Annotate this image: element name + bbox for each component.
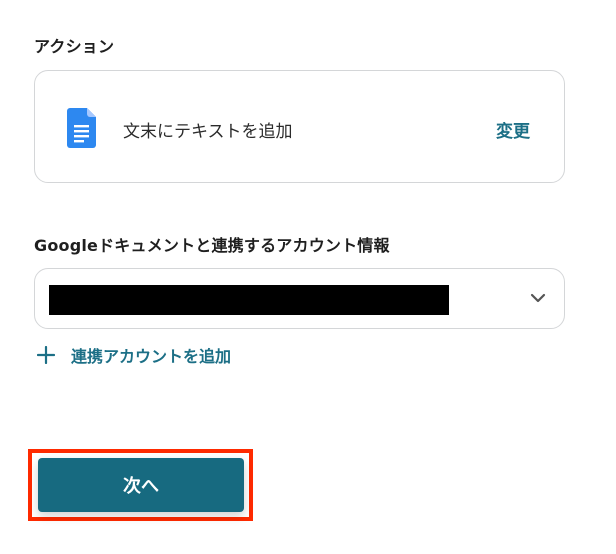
action-section-label: アクション <box>34 37 115 56</box>
add-account-link[interactable]: 連携アカウントを追加 <box>37 343 231 367</box>
action-name: 文末にテキストを追加 <box>123 122 293 142</box>
plus-icon <box>37 346 55 364</box>
page: アクション 文末にテキストを追加 変更 Googleドキュメントと連携するアカウ… <box>0 0 616 554</box>
redacted-account-value <box>49 285 449 315</box>
account-select[interactable] <box>34 268 565 329</box>
chevron-down-icon <box>530 293 546 303</box>
add-account-label: 連携アカウントを追加 <box>71 347 232 366</box>
next-button[interactable]: 次へ <box>38 458 244 512</box>
action-card: 文末にテキストを追加 変更 <box>34 70 565 183</box>
google-docs-icon <box>67 108 96 148</box>
account-section-label: Googleドキュメントと連携するアカウント情報 <box>34 236 390 255</box>
change-action-link[interactable]: 変更 <box>496 117 530 142</box>
